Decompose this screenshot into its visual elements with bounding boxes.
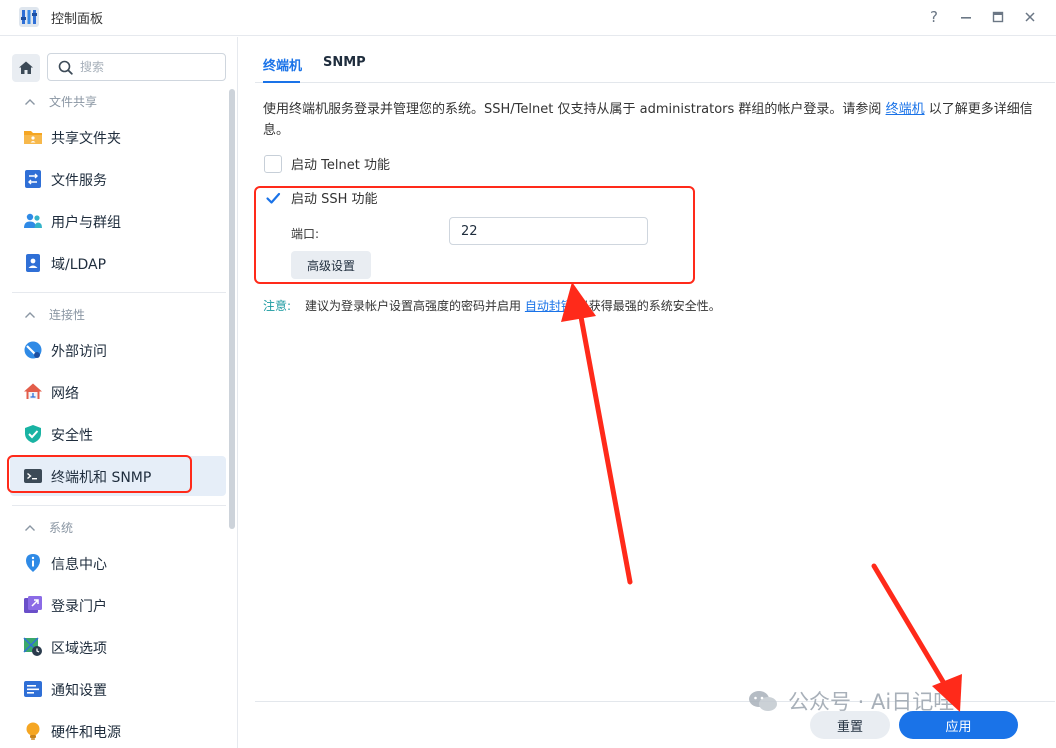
security-note: 注意: 建议为登录帐户设置高强度的密码并启用 自动封锁 以获得最强的系统安全性。 [263, 297, 721, 314]
sidebar-item-login-portal[interactable]: 登录门户 [10, 585, 226, 625]
shared-folder-icon [24, 131, 42, 144]
chevron-up-icon [24, 95, 38, 109]
notification-icon [24, 681, 42, 697]
tab-terminal[interactable]: 终端机 [263, 55, 302, 74]
note-text: 以获得最强的系统安全性。 [572, 299, 721, 313]
auto-block-link[interactable]: 自动封锁 [525, 299, 573, 313]
sidebar-item-label: 网络 [51, 386, 79, 402]
sidebar-item-notification[interactable]: 通知设置 [10, 669, 226, 709]
maximize-icon[interactable] [986, 6, 1010, 28]
description-text: 使用终端机服务登录并管理您的系统。SSH/Telnet 仅支持从属于 admin… [263, 102, 886, 117]
search-icon [58, 60, 73, 75]
group-header-system[interactable]: 系统 [24, 519, 73, 536]
annotation-box-ssh-settings [254, 186, 695, 284]
info-icon [26, 554, 40, 572]
sidebar-item-label: 安全性 [51, 428, 93, 444]
sidebar-item-users-groups[interactable]: 用户与群组 [10, 201, 226, 241]
note-lead: 注意: [263, 299, 292, 313]
note-text: 建议为登录帐户设置高强度的密码并启用 [305, 299, 525, 313]
control-panel-app-icon [19, 7, 39, 27]
sidebar-item-ldap[interactable]: 域/LDAP [10, 243, 226, 283]
sidebar: 文件共享 共享文件夹 文件服务 用户与群组 [0, 37, 238, 748]
terminal-help-link[interactable]: 终端机 [886, 102, 925, 117]
sidebar-divider [12, 292, 226, 293]
regional-options-icon [23, 637, 42, 656]
sidebar-item-info-center[interactable]: 信息中心 [10, 543, 226, 583]
terminal-description: 使用终端机服务登录并管理您的系统。SSH/Telnet 仅支持从属于 admin… [263, 99, 1038, 141]
tab-snmp[interactable]: SNMP [323, 55, 366, 70]
sidebar-item-label: 文件服务 [51, 173, 107, 189]
help-icon[interactable]: ? [922, 6, 946, 28]
group-header-connectivity[interactable]: 连接性 [24, 306, 85, 323]
login-portal-icon [24, 596, 42, 613]
sidebar-item-security[interactable]: 安全性 [10, 414, 226, 454]
sidebar-item-label: 共享文件夹 [51, 131, 121, 147]
security-shield-icon [25, 425, 41, 443]
home-icon [19, 61, 33, 74]
sidebar-divider [12, 505, 226, 506]
search-input[interactable] [80, 58, 220, 76]
window-title: 控制面板 [51, 12, 104, 27]
minimize-icon[interactable] [954, 6, 978, 28]
sidebar-item-label: 区域选项 [51, 641, 107, 657]
sidebar-item-label: 信息中心 [51, 557, 107, 573]
telnet-checkbox[interactable] [264, 154, 282, 173]
group-label: 连接性 [49, 308, 86, 322]
search-box[interactable] [47, 53, 226, 81]
title-bar: 控制面板 ? [0, 0, 1056, 36]
sidebar-scrollbar[interactable] [229, 89, 235, 529]
group-label: 文件共享 [49, 95, 98, 109]
hardware-power-icon [26, 722, 40, 740]
telnet-label: 启动 Telnet 功能 [291, 158, 390, 173]
file-services-icon [25, 170, 41, 188]
network-icon [24, 383, 42, 399]
tab-bar: 终端机 SNMP [255, 37, 1055, 83]
sidebar-item-file-services[interactable]: 文件服务 [10, 159, 226, 199]
sidebar-item-hardware-power[interactable]: 硬件和电源 [10, 711, 226, 748]
sidebar-item-label: 域/LDAP [51, 257, 107, 273]
ldap-icon [26, 254, 40, 272]
annotation-box-terminal-item [7, 455, 192, 493]
watermark-text: 公众号 · Ai日记哇 [788, 690, 955, 714]
sidebar-item-label: 用户与群组 [51, 215, 121, 231]
telnet-option[interactable]: 启动 Telnet 功能 [264, 154, 390, 173]
close-icon[interactable] [1018, 6, 1042, 28]
sidebar-item-label: 通知设置 [51, 683, 107, 699]
chevron-up-icon [24, 521, 38, 535]
main-panel: 终端机 SNMP 使用终端机服务登录并管理您的系统。SSH/Telnet 仅支持… [239, 37, 1056, 748]
sidebar-item-network[interactable]: 网络 [10, 372, 226, 412]
wechat-icon [749, 691, 777, 711]
group-label: 系统 [49, 521, 74, 535]
chevron-up-icon [24, 308, 38, 322]
sidebar-item-regional-options[interactable]: 区域选项 [10, 627, 226, 667]
sidebar-item-external-access[interactable]: 外部访问 [10, 330, 226, 370]
control-panel-window: 控制面板 ? 文 [0, 0, 1056, 748]
home-button[interactable] [12, 54, 40, 82]
group-header-file-sharing[interactable]: 文件共享 [24, 93, 97, 110]
sidebar-item-shared-folder[interactable]: 共享文件夹 [10, 117, 226, 157]
sidebar-item-label: 外部访问 [51, 344, 107, 360]
users-groups-icon [24, 213, 42, 228]
external-access-icon [24, 341, 42, 359]
active-tab-indicator [263, 81, 300, 83]
watermark: 公众号 · Ai日记哇 [748, 686, 954, 716]
sidebar-item-label: 登录门户 [51, 599, 107, 615]
sidebar-item-label: 硬件和电源 [51, 725, 121, 741]
